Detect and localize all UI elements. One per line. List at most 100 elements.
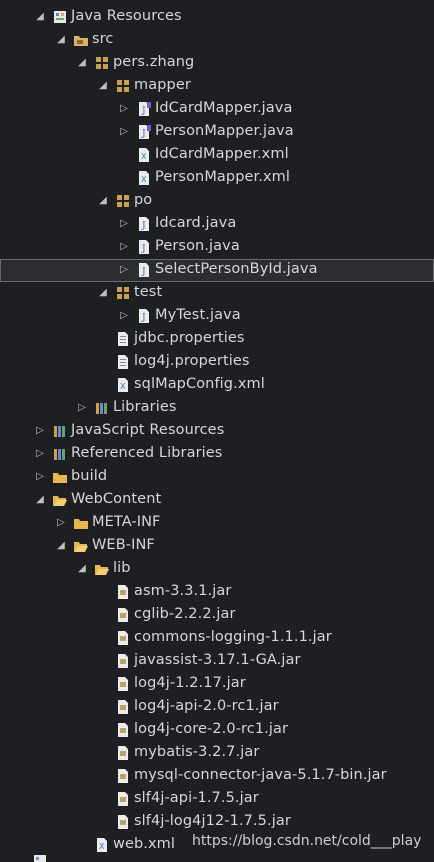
tree-item-asm-3-3-1-jar[interactable]: asm-3.3.1.jar bbox=[0, 581, 434, 604]
expand-arrow-icon[interactable]: ▷ bbox=[34, 446, 46, 462]
jar-file-icon bbox=[118, 815, 128, 829]
collapse-arrow-icon[interactable]: ◢ bbox=[76, 561, 88, 577]
collapse-arrow-icon[interactable]: ◢ bbox=[97, 285, 109, 301]
tree-item-mapper[interactable]: ◢ mapper bbox=[0, 75, 434, 98]
tree-item-personmapper-java[interactable]: ▷ J PersonMapper.java bbox=[0, 121, 434, 144]
svg-text:J: J bbox=[141, 313, 146, 323]
project-explorer-tree: ◢ Java Resources ◢ src ◢ pers.zhang ◢ mapper ▷ J I… bbox=[0, 0, 434, 862]
java-interface-file-icon: J bbox=[139, 102, 151, 116]
jar-file-icon bbox=[118, 585, 128, 599]
tree-item-referenced-libraries[interactable]: ▷ Referenced Libraries bbox=[0, 443, 434, 466]
expand-arrow-icon[interactable]: ▷ bbox=[118, 239, 130, 255]
tree-item-label: PersonMapper.java bbox=[155, 123, 294, 139]
tree-item-sqlmapconfig-xml[interactable]: XsqlMapConfig.xml bbox=[0, 374, 434, 397]
collapse-arrow-icon[interactable]: ◢ bbox=[97, 193, 109, 209]
svg-text:J: J bbox=[141, 244, 146, 254]
collapse-arrow-icon[interactable]: ◢ bbox=[97, 78, 109, 94]
watermark-text: https://blog.csdn.net/cold___play bbox=[192, 833, 422, 849]
tree-item-idcard-java[interactable]: ▷ J Idcard.java bbox=[0, 213, 434, 236]
expand-arrow-icon[interactable]: ▷ bbox=[118, 308, 130, 324]
tree-item-lib[interactable]: ◢ lib bbox=[0, 558, 434, 581]
tree-item-meta-inf[interactable]: ▷ META-INF bbox=[0, 512, 434, 535]
tree-item-java-resources[interactable]: ◢ Java Resources bbox=[0, 6, 434, 29]
collapse-arrow-icon[interactable]: ◢ bbox=[55, 538, 67, 554]
tree-item-label: mybatis-3.2.7.jar bbox=[134, 744, 260, 760]
tree-item-log4j-1-2-17-jar[interactable]: log4j-1.2.17.jar bbox=[0, 673, 434, 696]
tree-item-jdbc-properties[interactable]: jdbc.properties bbox=[0, 328, 434, 351]
tree-item-log4j-core-2-0-rc1-jar[interactable]: log4j-core-2.0-rc1.jar bbox=[0, 719, 434, 742]
tree-item-web-inf[interactable]: ◢ WEB-INF bbox=[0, 535, 434, 558]
package-icon bbox=[117, 195, 129, 207]
svg-text:J: J bbox=[141, 106, 146, 116]
svg-text:J: J bbox=[141, 267, 146, 277]
tree-item-label: Libraries bbox=[113, 399, 177, 415]
tree-item-label: src bbox=[92, 31, 114, 47]
library-icon bbox=[54, 426, 65, 437]
tree-item-webcontent[interactable]: ◢ WebContent bbox=[0, 489, 434, 512]
tree-item-label: lib bbox=[113, 560, 131, 576]
tree-item-person-java[interactable]: ▷ J Person.java bbox=[0, 236, 434, 259]
tree-item-mysql-connector-java-5-1-7-bin-jar[interactable]: mysql-connector-java-5.1.7-bin.jar bbox=[0, 765, 434, 788]
collapse-arrow-icon[interactable]: ◢ bbox=[34, 9, 46, 25]
tree-item-javassist-3-17-1-ga-jar[interactable]: javassist-3.17.1-GA.jar bbox=[0, 650, 434, 673]
tree-item-label: IdCardMapper.java bbox=[155, 100, 293, 116]
svg-text:J: J bbox=[141, 129, 146, 139]
expand-arrow-icon[interactable]: ▷ bbox=[118, 124, 130, 140]
tree-item-label: po bbox=[134, 192, 153, 208]
tree-item-label: log4j-api-2.0-rc1.jar bbox=[134, 698, 279, 714]
tree-item-personmapper-xml[interactable]: X PersonMapper.xml bbox=[0, 167, 434, 190]
jar-file-icon bbox=[118, 677, 128, 691]
tree-item-label: log4j.properties bbox=[134, 353, 250, 369]
collapse-arrow-icon[interactable]: ◢ bbox=[76, 55, 88, 71]
java-file-icon: J bbox=[139, 263, 149, 277]
tree-item-label: Idcard.java bbox=[155, 215, 237, 231]
tree-item-commons-logging-1-1-1-jar[interactable]: commons-logging-1.1.1.jar bbox=[0, 627, 434, 650]
expand-arrow-icon[interactable]: ▷ bbox=[55, 515, 67, 531]
tree-item-idcardmapper-xml[interactable]: X IdCardMapper.xml bbox=[0, 144, 434, 167]
java-interface-file-icon: J bbox=[139, 125, 151, 139]
tree-item-mytest-java[interactable]: ▷ J MyTest.java bbox=[0, 305, 434, 328]
tree-item-log4j-properties[interactable]: log4j.properties bbox=[0, 351, 434, 374]
jar-file-icon bbox=[118, 654, 128, 668]
expand-arrow-icon[interactable]: ▷ bbox=[118, 262, 130, 278]
tree-item-label: Person.java bbox=[155, 238, 240, 254]
expand-arrow-icon[interactable]: ▷ bbox=[34, 469, 46, 485]
tree-item-label: javassist-3.17.1-GA.jar bbox=[134, 652, 301, 668]
java-file-icon: J bbox=[139, 240, 149, 254]
tree-item-label: asm-3.3.1.jar bbox=[134, 583, 232, 599]
tree-item-build[interactable]: ▷ build bbox=[0, 466, 434, 489]
collapse-arrow-icon[interactable]: ◢ bbox=[34, 492, 46, 508]
tree-item-src[interactable]: ◢ src bbox=[0, 29, 434, 52]
jar-file-icon bbox=[118, 631, 128, 645]
tree-item-mybatis-3-2-7-jar[interactable]: mybatis-3.2.7.jar bbox=[0, 742, 434, 765]
tree-item-label: Referenced Libraries bbox=[71, 445, 223, 461]
tree-item-selectpersonbyid-java[interactable]: ▷ J SelectPersonById.java bbox=[0, 259, 434, 282]
tree-item-label: slf4j-log4j12-1.7.5.jar bbox=[134, 813, 291, 829]
tree-item-slf4j-api-1-7-5-jar[interactable]: slf4j-api-1.7.5.jar bbox=[0, 788, 434, 811]
tree-item-cglib-2-2-2-jar[interactable]: cglib-2.2.2.jar bbox=[0, 604, 434, 627]
tree-item-po[interactable]: ◢ po bbox=[0, 190, 434, 213]
tree-item-label: WEB-INF bbox=[92, 537, 155, 553]
folder-open-icon bbox=[53, 496, 67, 506]
source-folder-icon bbox=[74, 36, 88, 46]
jar-file-icon bbox=[118, 769, 128, 783]
expand-arrow-icon[interactable]: ▷ bbox=[76, 400, 88, 416]
tree-item-label: SelectPersonById.java bbox=[155, 261, 318, 277]
tree-item-slf4j-log4j12-1-7-5-jar[interactable]: slf4j-log4j12-1.7.5.jar bbox=[0, 811, 434, 834]
svg-text:X: X bbox=[141, 175, 147, 184]
tree-item-javascript-resources[interactable]: ▷ JavaScript Resources bbox=[0, 420, 434, 443]
expand-arrow-icon[interactable]: ▷ bbox=[34, 423, 46, 439]
tree-item-label: WebContent bbox=[71, 491, 162, 507]
tree-item-libraries[interactable]: ▷ Libraries bbox=[0, 397, 434, 420]
tree-item-idcardmapper-java[interactable]: ▷ J IdCardMapper.java bbox=[0, 98, 434, 121]
jar-file-icon bbox=[118, 792, 128, 806]
collapse-arrow-icon[interactable]: ◢ bbox=[55, 32, 67, 48]
package-icon bbox=[117, 287, 129, 299]
xml-file-icon: X bbox=[97, 838, 107, 852]
tree-item-pers-zhang[interactable]: ◢ pers.zhang bbox=[0, 52, 434, 75]
expand-arrow-icon[interactable]: ▷ bbox=[118, 216, 130, 232]
tree-item-label: IdCardMapper.xml bbox=[155, 146, 289, 162]
tree-item-log4j-api-2-0-rc1-jar[interactable]: log4j-api-2.0-rc1.jar bbox=[0, 696, 434, 719]
expand-arrow-icon[interactable]: ▷ bbox=[118, 101, 130, 117]
tree-item-test[interactable]: ◢ test bbox=[0, 282, 434, 305]
